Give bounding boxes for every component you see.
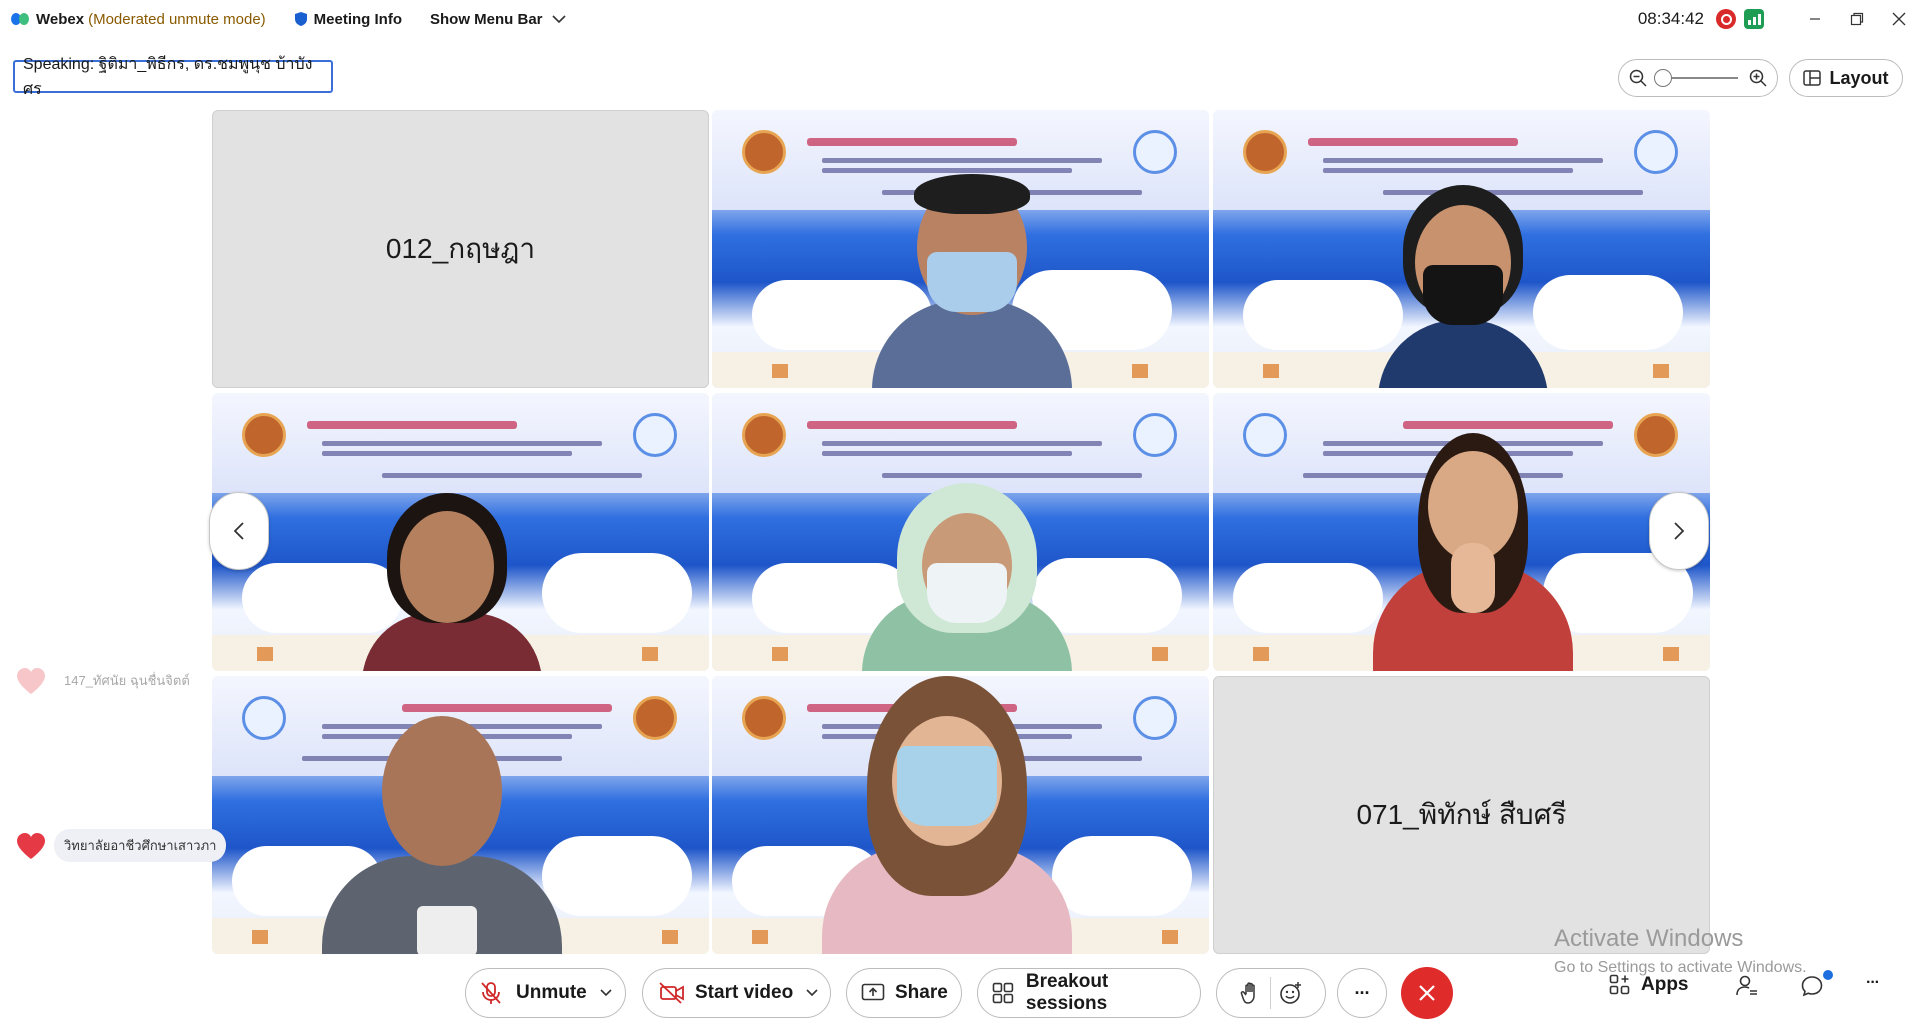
zoom-slider-thumb[interactable] bbox=[1654, 69, 1672, 87]
reaction-sender: 147_ทัศนัย ฉุนชื่นจิตต์ bbox=[64, 673, 190, 688]
leave-meeting-button[interactable] bbox=[1401, 967, 1453, 1019]
more-panels-button[interactable]: ··· bbox=[1866, 974, 1880, 992]
zoom-control[interactable] bbox=[1618, 59, 1778, 97]
minimize-button[interactable] bbox=[1794, 0, 1836, 38]
heart-icon bbox=[17, 667, 45, 694]
shield-icon bbox=[294, 12, 307, 26]
participants-button[interactable] bbox=[1735, 974, 1759, 998]
layout-label: Layout bbox=[1829, 67, 1889, 88]
close-button[interactable] bbox=[1878, 0, 1920, 38]
layout-button[interactable]: Layout bbox=[1789, 59, 1903, 97]
more-options-label: ··· bbox=[1354, 982, 1371, 1003]
chevron-down-icon[interactable] bbox=[599, 988, 613, 998]
reactions-divider bbox=[1269, 977, 1271, 1009]
more-panels-label: ··· bbox=[1866, 974, 1880, 991]
chat-icon bbox=[1801, 976, 1823, 997]
reaction-bubble: 147_ทัศนัย ฉุนชื่นจิตต์ bbox=[16, 664, 200, 697]
participant-video-tile[interactable] bbox=[1213, 393, 1710, 671]
raise-hand-icon[interactable] bbox=[1240, 981, 1262, 1005]
minimize-icon bbox=[1810, 18, 1820, 20]
close-icon bbox=[1419, 985, 1435, 1001]
participant-video-tile[interactable] bbox=[212, 393, 709, 671]
app-brand: Webex (Moderated unmute mode) bbox=[10, 11, 266, 28]
share-screen-icon bbox=[861, 983, 885, 1001]
participant-name: 071_พิทักษ์ สืบศรี bbox=[1356, 799, 1567, 830]
active-speaker-label: Speaking: ฐิติมา_พิธีกร, ดร.ชมพูนุช บ้าบ… bbox=[13, 56, 333, 98]
participants-icon bbox=[1736, 975, 1757, 996]
more-options-button[interactable]: ··· bbox=[1337, 968, 1387, 1018]
chat-button[interactable] bbox=[1800, 970, 1833, 998]
show-menu-bar-button[interactable]: Show Menu Bar bbox=[430, 11, 573, 28]
participant-name: 012_กฤษฎา bbox=[385, 233, 536, 264]
title-bar: Webex (Moderated unmute mode) Meeting In… bbox=[0, 0, 1920, 38]
participant-video-tile[interactable] bbox=[712, 676, 1209, 954]
breakout-sessions-button[interactable]: Breakout sessions bbox=[977, 968, 1201, 1018]
activate-windows-watermark: Activate Windows Go to Settings to activ… bbox=[1554, 925, 1807, 977]
microphone-muted-icon bbox=[481, 982, 501, 1004]
video-off-icon bbox=[659, 982, 684, 1004]
participant-tile-phitak[interactable]: 071_พิทักษ์ สืบศรี bbox=[1213, 676, 1710, 954]
unmute-button[interactable]: Unmute bbox=[465, 968, 626, 1018]
chevron-right-icon bbox=[1674, 522, 1685, 540]
previous-page-button[interactable] bbox=[209, 492, 269, 570]
share-button[interactable]: Share bbox=[846, 968, 962, 1018]
zoom-in-icon[interactable] bbox=[1749, 69, 1767, 87]
meeting-info-button[interactable]: Meeting Info bbox=[294, 11, 402, 28]
watermark-title: Activate Windows bbox=[1554, 925, 1744, 952]
share-label: Share bbox=[895, 982, 948, 1003]
breakout-sessions-label: Breakout sessions bbox=[1025, 971, 1109, 1014]
meeting-info-label: Meeting Info bbox=[313, 10, 402, 28]
participant-video-tile[interactable] bbox=[712, 110, 1209, 388]
meeting-mode: (Moderated unmute mode) bbox=[88, 10, 266, 28]
apps-icon bbox=[1609, 974, 1630, 995]
restore-button[interactable] bbox=[1836, 0, 1878, 38]
restore-icon bbox=[1850, 12, 1864, 26]
participant-tile-kritsada[interactable]: 012_กฤษฎา bbox=[212, 110, 709, 388]
close-icon bbox=[1892, 12, 1906, 26]
show-menu-bar-label: Show Menu Bar bbox=[430, 10, 543, 28]
emoji-reaction-icon[interactable] bbox=[1279, 981, 1303, 1005]
apps-label: Apps bbox=[1641, 974, 1689, 995]
chevron-down-icon[interactable] bbox=[805, 988, 819, 998]
start-video-label: Start video bbox=[695, 982, 794, 1003]
apps-button[interactable]: Apps bbox=[1609, 974, 1689, 996]
reaction-sender: วิทยาลัยอาชีวศึกษาเสาวภา bbox=[54, 829, 227, 862]
zoom-out-icon[interactable] bbox=[1629, 69, 1647, 87]
webex-logo-icon bbox=[11, 13, 29, 25]
reactions-group bbox=[1216, 968, 1326, 1018]
chevron-left-icon bbox=[233, 522, 244, 540]
recording-icon[interactable] bbox=[1716, 9, 1736, 29]
participant-video-tile[interactable] bbox=[212, 676, 709, 954]
zoom-slider[interactable] bbox=[1654, 69, 1738, 87]
breakout-grid-icon bbox=[992, 982, 1014, 1004]
layout-grid-icon bbox=[1803, 70, 1822, 86]
network-health-icon[interactable] bbox=[1744, 9, 1764, 29]
next-page-button[interactable] bbox=[1649, 492, 1709, 570]
meeting-clock: 08:34:42 bbox=[1637, 9, 1704, 28]
heart-icon bbox=[17, 832, 45, 859]
app-name: Webex bbox=[36, 10, 85, 28]
reaction-bubble: วิทยาลัยอาชีวศึกษาเสาวภา bbox=[16, 829, 227, 862]
unmute-label: Unmute bbox=[516, 982, 587, 1003]
participant-video-tile[interactable] bbox=[712, 393, 1209, 671]
chat-unread-dot bbox=[1823, 970, 1833, 980]
participant-video-tile[interactable] bbox=[1213, 110, 1710, 388]
chevron-down-icon bbox=[551, 15, 566, 24]
start-video-button[interactable]: Start video bbox=[642, 968, 831, 1018]
